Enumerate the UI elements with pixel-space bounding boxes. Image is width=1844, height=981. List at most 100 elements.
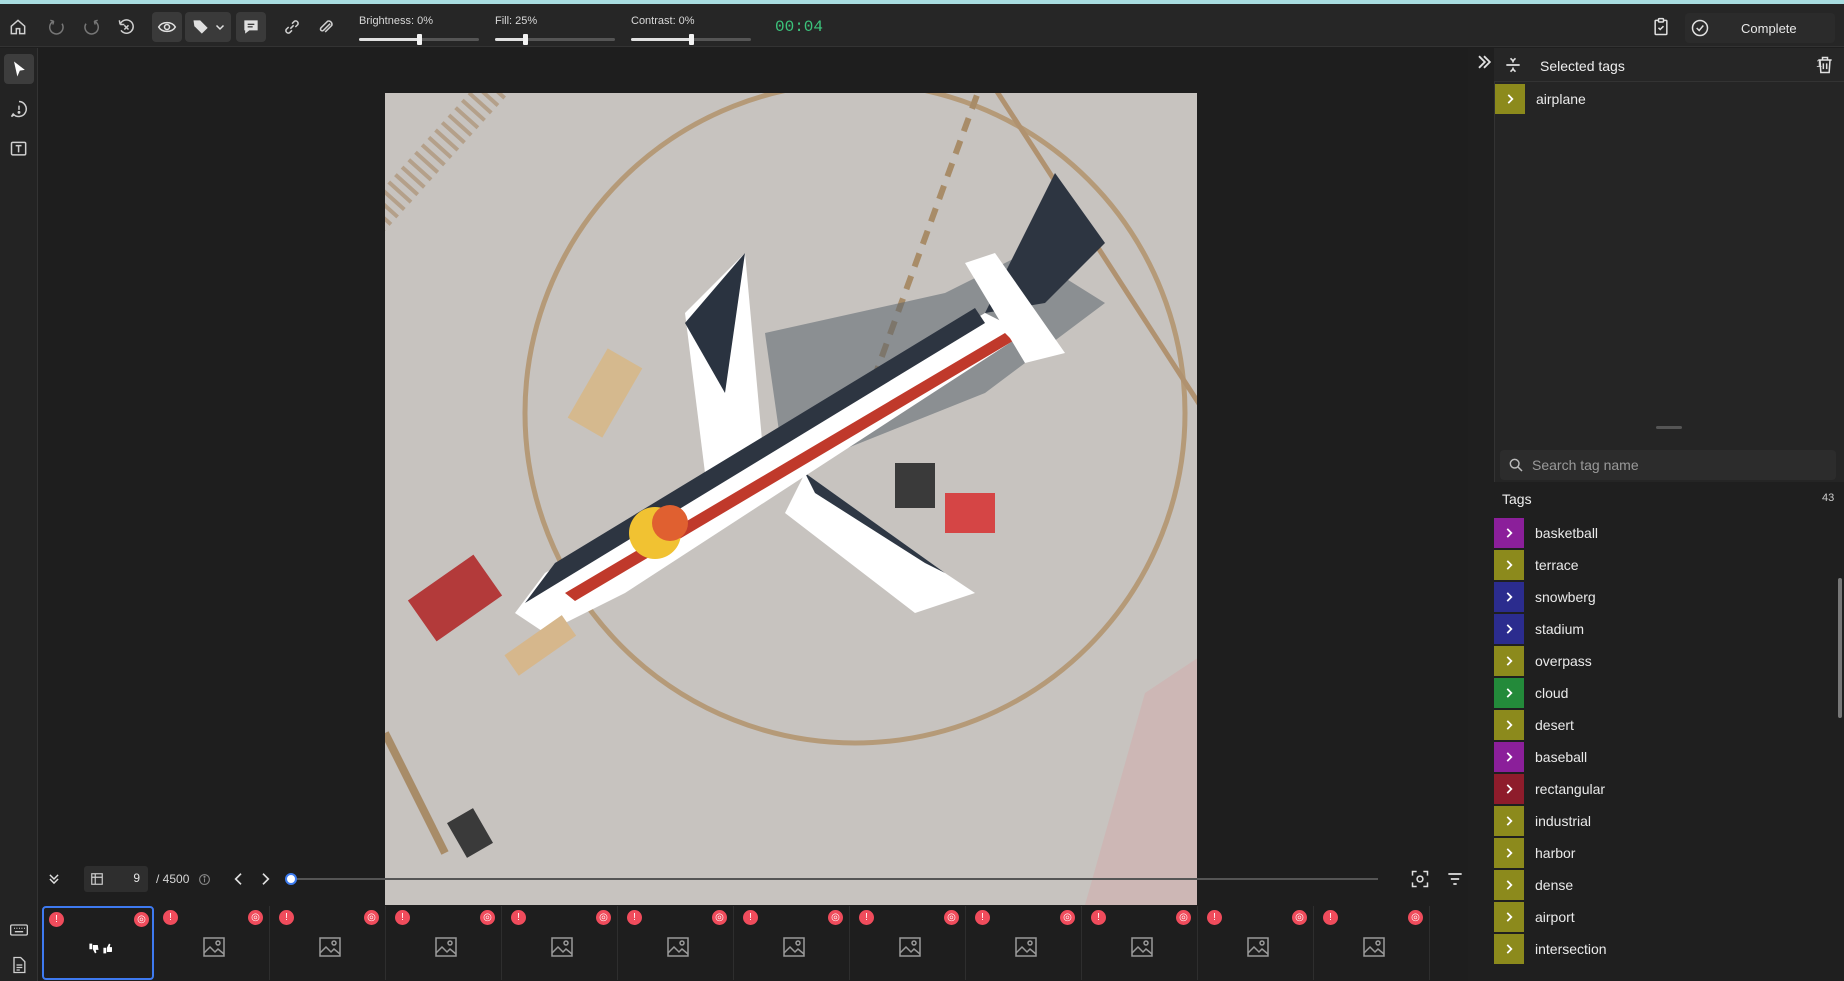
fill-track[interactable] xyxy=(495,34,615,45)
frame-thumbnail[interactable]: ! ◎ xyxy=(1086,906,1198,980)
complete-button[interactable]: Complete xyxy=(1685,13,1835,43)
annotated-image[interactable] xyxy=(385,93,1197,905)
frame-number-input[interactable]: 9 xyxy=(84,866,148,892)
status-badge: ! xyxy=(395,910,410,925)
frame-thumbnail[interactable]: ! ◎ xyxy=(158,906,270,980)
search-input[interactable] xyxy=(1532,450,1822,480)
screenshot-button[interactable] xyxy=(1405,864,1435,894)
frame-thumbnail[interactable]: ! ◎ xyxy=(1318,906,1430,980)
frame-thumbnail[interactable]: ! ◎ xyxy=(274,906,386,980)
brightness-track[interactable] xyxy=(359,34,479,45)
tag-item[interactable]: baseball xyxy=(1494,742,1834,772)
collapse-panel-button[interactable] xyxy=(1474,52,1494,72)
tag-name: dense xyxy=(1535,877,1574,893)
frame-thumbnail[interactable]: ! ◎ xyxy=(970,906,1082,980)
tag-item[interactable]: desert xyxy=(1494,710,1834,740)
comments-button[interactable] xyxy=(236,12,266,42)
frame-thumbnail[interactable]: ! ◎ xyxy=(1202,906,1314,980)
tags-scrollbar[interactable] xyxy=(1838,578,1842,718)
previous-frame-button[interactable] xyxy=(228,864,250,894)
fill-slider[interactable]: Fill: 25% xyxy=(495,12,615,45)
tag-color-swatch[interactable] xyxy=(1494,614,1524,644)
tag-item[interactable]: airport xyxy=(1494,902,1834,932)
brightness-slider[interactable]: Brightness: 0% xyxy=(359,12,479,45)
next-frame-button[interactable] xyxy=(254,864,276,894)
expand-collapse-button[interactable] xyxy=(1498,50,1528,80)
tag-color-swatch[interactable] xyxy=(1494,646,1524,676)
fill-handle[interactable] xyxy=(523,34,528,45)
brightness-handle[interactable] xyxy=(417,34,422,45)
tag-color-swatch[interactable] xyxy=(1494,678,1524,708)
home-icon xyxy=(10,19,26,35)
tag-item[interactable]: snowberg xyxy=(1494,582,1834,612)
home-button[interactable] xyxy=(3,12,33,42)
tag-item[interactable]: dense xyxy=(1494,870,1834,900)
tag-item[interactable]: rectangular xyxy=(1494,774,1834,804)
attachment-button[interactable] xyxy=(311,12,341,42)
check-circle-icon xyxy=(1691,19,1709,37)
undo-button[interactable] xyxy=(42,12,72,42)
keyboard-icon xyxy=(10,924,28,936)
frame-navigation: 9 / 4500 xyxy=(38,864,1468,894)
tag-color-swatch[interactable] xyxy=(1494,710,1524,740)
tag-color-swatch[interactable] xyxy=(1494,518,1524,548)
contrast-track[interactable] xyxy=(631,34,751,45)
tag-color-swatch[interactable] xyxy=(1494,838,1524,868)
contrast-slider[interactable]: Contrast: 0% xyxy=(631,12,751,45)
tag-item[interactable]: intersection xyxy=(1494,934,1834,964)
collapse-filmstrip-button[interactable] xyxy=(42,864,66,894)
image-canvas[interactable] xyxy=(38,48,1468,905)
reset-icon xyxy=(118,19,134,34)
filter-button[interactable] xyxy=(1440,864,1470,894)
tag-color-swatch[interactable] xyxy=(1494,550,1524,580)
instructions-button[interactable] xyxy=(4,950,34,980)
frame-thumbnail[interactable]: ! ◎ xyxy=(506,906,618,980)
image-placeholder-icon xyxy=(899,937,921,957)
issue-tool-button[interactable] xyxy=(4,94,34,124)
tag-item[interactable]: basketball xyxy=(1494,518,1834,548)
tag-item[interactable]: stadium xyxy=(1494,614,1834,644)
undo-icon xyxy=(48,19,64,35)
tag-item[interactable]: terrace xyxy=(1494,550,1834,580)
frame-thumbnail[interactable]: ! ◎ xyxy=(854,906,966,980)
tag-color-swatch[interactable] xyxy=(1494,870,1524,900)
panel-resize-handle[interactable] xyxy=(1656,426,1682,429)
tag-name: baseball xyxy=(1535,749,1588,765)
frame-thumbnail[interactable]: ! ◎ xyxy=(390,906,502,980)
current-frame-thumbnail[interactable]: ! ◎ xyxy=(42,906,154,980)
delete-tags-button[interactable] xyxy=(1810,50,1840,80)
tag-color-swatch[interactable] xyxy=(1494,806,1524,836)
tag-color-swatch[interactable] xyxy=(1494,934,1524,964)
text-tool-button[interactable] xyxy=(4,134,34,164)
tag-color-swatch[interactable] xyxy=(1494,774,1524,804)
link-button[interactable] xyxy=(277,12,307,42)
tag-search[interactable] xyxy=(1500,450,1836,480)
select-tool-button[interactable] xyxy=(4,54,34,84)
label-style-dropdown[interactable] xyxy=(185,12,231,42)
tag-item[interactable]: airplane xyxy=(1495,84,1844,114)
tag-item[interactable]: overpass xyxy=(1494,646,1834,676)
chevron-right-icon xyxy=(1506,752,1513,762)
task-checklist-button[interactable] xyxy=(1646,12,1676,42)
reset-button[interactable] xyxy=(111,12,141,42)
keyboard-shortcuts-button[interactable] xyxy=(4,915,34,945)
tag-name: airport xyxy=(1535,909,1575,925)
visibility-button[interactable] xyxy=(152,12,182,42)
tag-badge: ◎ xyxy=(712,910,727,925)
frame-thumbnail[interactable]: ! ◎ xyxy=(622,906,734,980)
status-badge: ! xyxy=(975,910,990,925)
tag-name: harbor xyxy=(1535,845,1576,861)
tag-color-swatch[interactable] xyxy=(1494,742,1524,772)
tag-item[interactable]: cloud xyxy=(1494,678,1834,708)
redo-button[interactable] xyxy=(76,12,106,42)
tag-item[interactable]: industrial xyxy=(1494,806,1834,836)
frame-progress-track[interactable] xyxy=(288,878,1378,880)
tag-color-swatch[interactable] xyxy=(1494,582,1524,612)
tag-color-swatch[interactable] xyxy=(1494,902,1524,932)
tag-name: overpass xyxy=(1535,653,1592,669)
contrast-handle[interactable] xyxy=(689,34,694,45)
frame-thumbnail[interactable]: ! ◎ xyxy=(738,906,850,980)
tag-color-swatch[interactable] xyxy=(1495,84,1525,114)
tag-item[interactable]: harbor xyxy=(1494,838,1834,868)
frame-progress-handle[interactable] xyxy=(285,873,298,885)
